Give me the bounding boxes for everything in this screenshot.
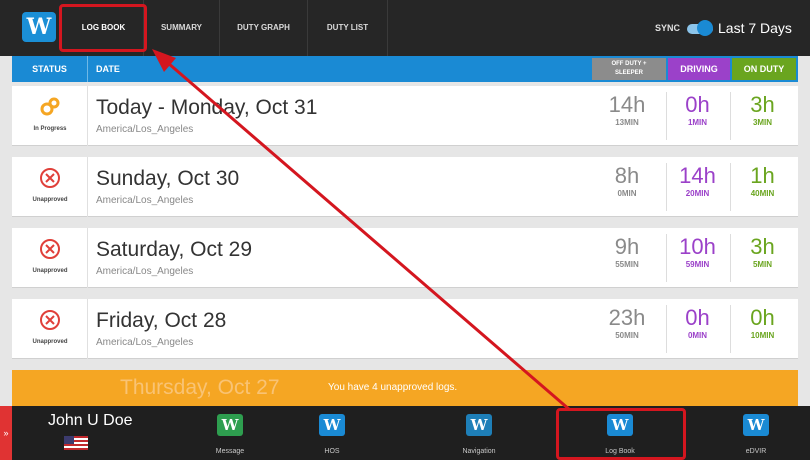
column-driving: DRIVING [668, 58, 730, 80]
on-duty-cell: 0h 10MIN [730, 305, 794, 353]
highlight-log-book-tab [59, 4, 147, 52]
status-cell: Unapproved [12, 299, 88, 359]
status-cell: In Progress [12, 86, 88, 146]
hos-icon: W [319, 414, 345, 436]
driving-hours: 14h [679, 163, 716, 188]
off-duty-cell: 8h 0MIN [590, 163, 664, 211]
on-duty-cell: 3h 5MIN [730, 234, 794, 282]
nav-hos[interactable]: W HOS [292, 406, 372, 460]
log-timezone: America/Los_Angeles [96, 195, 194, 206]
driving-cell: 0h 0MIN [666, 305, 728, 353]
app-window: W LOG BOOK SUMMARY DUTY GRAPH DUTY LIST … [0, 0, 810, 460]
driving-cell: 10h 59MIN [666, 234, 728, 282]
unapproved-x-icon [39, 167, 61, 189]
log-row[interactable]: Unapproved Saturday, Oct 29 America/Los_… [12, 228, 798, 288]
off-duty-minutes: 55MIN [615, 260, 639, 269]
on-duty-cell: 1h 40MIN [730, 163, 794, 211]
log-row[interactable]: Unapproved Friday, Oct 28 America/Los_An… [12, 299, 798, 359]
off-duty-cell: 14h 13MIN [590, 92, 664, 140]
status-label: Unapproved [32, 197, 68, 203]
driver-name[interactable]: John U Doe [48, 412, 133, 430]
app-logo[interactable]: W [22, 12, 56, 42]
navigation-icon: W [466, 414, 492, 436]
log-date: Today - Monday, Oct 31 [96, 96, 318, 119]
log-date: Sunday, Oct 30 [96, 167, 240, 190]
on-duty-hours: 0h [750, 305, 775, 330]
on-duty-hours: 1h [750, 163, 775, 188]
off-duty-hours: 8h [614, 163, 640, 188]
on-duty-minutes: 10MIN [750, 331, 775, 340]
status-label: Unapproved [32, 339, 68, 345]
date-range-selector[interactable]: Last 7 Days [718, 0, 792, 56]
log-timezone: America/Los_Angeles [96, 266, 194, 277]
off-duty-minutes: 13MIN [615, 118, 639, 127]
off-duty-hours: 23h [608, 305, 646, 330]
status-cell: Unapproved [12, 157, 88, 217]
nav-label: eDVIR [745, 448, 767, 455]
driving-hours: 10h [679, 234, 716, 259]
us-flag-icon [64, 436, 88, 450]
on-duty-minutes: 3MIN [752, 118, 773, 127]
log-row[interactable]: Unapproved Sunday, Oct 30 America/Los_An… [12, 157, 798, 217]
driving-cell: 14h 20MIN [666, 163, 728, 211]
off-duty-minutes: 0MIN [617, 189, 637, 198]
driving-hours: 0h [685, 92, 710, 117]
column-status: STATUS [12, 56, 88, 82]
off-duty-cell: 23h 50MIN [590, 305, 664, 353]
off-duty-hours: 14h [608, 92, 646, 117]
unapproved-x-icon [39, 238, 61, 260]
nav-label: HOS [324, 448, 340, 455]
driving-minutes: 59MIN [685, 260, 710, 269]
log-timezone: America/Los_Angeles [96, 337, 194, 348]
highlight-log-book-nav [556, 408, 686, 460]
log-date: Saturday, Oct 29 [96, 238, 253, 261]
tab-duty-graph[interactable]: DUTY GRAPH [220, 0, 308, 56]
nav-edvir[interactable]: W eDVIR [716, 406, 796, 460]
on-duty-minutes: 40MIN [750, 189, 775, 198]
column-off-duty: OFF DUTY + SLEEPER [592, 58, 666, 80]
column-on-duty: ON DUTY [732, 58, 796, 80]
nav-label: Navigation [462, 448, 496, 455]
banner-underlying-date: Thursday, Oct 27 [120, 376, 280, 399]
off-duty-hours: 9h [614, 234, 640, 259]
log-date: Friday, Oct 28 [96, 309, 227, 332]
driving-minutes: 20MIN [685, 189, 710, 198]
column-date: DATE [96, 64, 120, 74]
off-duty-cell: 9h 55MIN [590, 234, 664, 282]
nav-navigation[interactable]: W Navigation [439, 406, 519, 460]
on-duty-minutes: 5MIN [752, 260, 773, 269]
log-row[interactable]: In Progress Today - Monday, Oct 31 Ameri… [12, 86, 798, 146]
tab-summary[interactable]: SUMMARY [144, 0, 220, 56]
log-timezone: America/Los_Angeles [96, 124, 194, 135]
banner-message: You have 4 unapproved logs. [328, 382, 458, 393]
status-label: Unapproved [32, 268, 68, 274]
off-duty-minutes: 50MIN [615, 331, 639, 340]
column-off-duty-line2: SLEEPER [614, 70, 643, 76]
driving-minutes: 0MIN [687, 331, 708, 340]
edvir-icon: W [743, 414, 769, 436]
driving-hours: 0h [685, 305, 710, 330]
driving-cell: 0h 1MIN [666, 92, 728, 140]
status-cell: Unapproved [12, 228, 88, 288]
tab-duty-list[interactable]: DUTY LIST [308, 0, 388, 56]
on-duty-hours: 3h [750, 92, 775, 117]
sync-toggle-knob[interactable] [697, 20, 713, 36]
unapproved-x-icon [39, 309, 61, 331]
nav-label: Message [215, 448, 245, 455]
on-duty-hours: 3h [750, 234, 775, 259]
message-icon: W [217, 414, 243, 436]
in-progress-icon [39, 96, 61, 118]
on-duty-cell: 3h 3MIN [730, 92, 794, 140]
drawer-handle[interactable]: » [0, 406, 12, 460]
nav-message[interactable]: W Message [190, 406, 270, 460]
status-label: In Progress [33, 126, 67, 132]
column-off-duty-line1: OFF DUTY + [611, 61, 647, 67]
sync-label: SYNC [655, 23, 681, 33]
driving-minutes: 1MIN [687, 118, 708, 127]
